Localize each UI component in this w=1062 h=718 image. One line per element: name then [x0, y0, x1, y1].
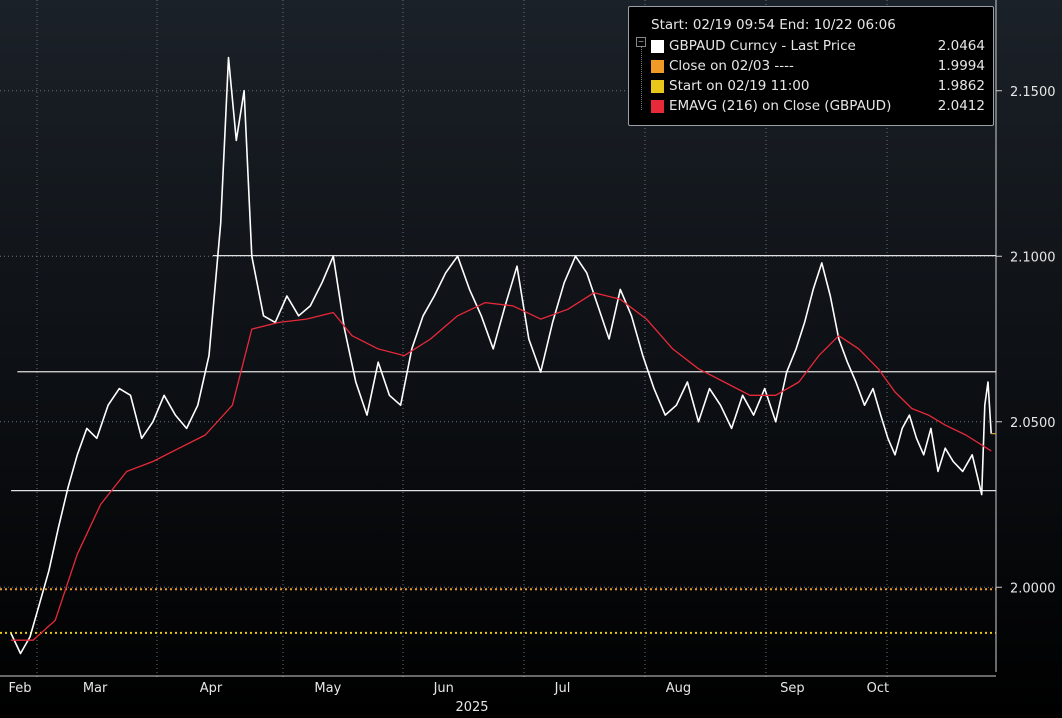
legend-value: 2.0412 — [937, 98, 985, 114]
chart-legend: Start: 02/19 09:54 End: 10/22 06:06 − GB… — [628, 6, 994, 126]
legend-value: 1.9994 — [937, 58, 985, 74]
legend-swatch — [651, 40, 664, 53]
y-tick-label: 2.1500 — [1010, 85, 1056, 100]
legend-label: GBPAUD Curncy - Last Price — [669, 38, 856, 54]
legend-label: Close on 02/03 ---- — [669, 58, 794, 74]
emavg-series-line — [11, 292, 992, 641]
legend-value: 2.0464 — [937, 38, 985, 54]
x-tick-label: Jun — [433, 681, 454, 696]
legend-item-last-price[interactable]: GBPAUD Curncy - Last Price 2.0464 — [651, 38, 985, 56]
x-tick-label: Feb — [8, 681, 31, 696]
legend-item-emavg[interactable]: EMAVG (216) on Close (GBPAUD) 2.0412 — [651, 98, 985, 116]
x-tick-label: Jul — [554, 681, 571, 696]
legend-label: EMAVG (216) on Close (GBPAUD) — [669, 98, 892, 114]
legend-label: Start on 02/19 11:00 — [669, 78, 810, 94]
legend-item-start[interactable]: Start on 02/19 11:00 1.9862 — [651, 78, 985, 96]
x-tick-label: Aug — [666, 681, 691, 696]
x-tick-label: Oct — [867, 681, 889, 696]
x-tick-label: May — [314, 681, 341, 696]
y-tick-label: 2.0000 — [1010, 581, 1056, 596]
x-tick-label: Sep — [780, 681, 805, 696]
legend-tree-line — [641, 42, 643, 110]
chart-canvas: 2.0000 2.0500 2.1000 2.1500 Feb Mar Apr May Jun J… — [0, 0, 1062, 718]
x-tick-label: Mar — [83, 681, 108, 696]
collapse-icon[interactable]: − — [636, 37, 646, 47]
legend-value: 1.9862 — [937, 78, 985, 94]
legend-header: Start: 02/19 09:54 End: 10/22 06:06 — [651, 17, 896, 33]
y-tick-label: 2.1000 — [1010, 250, 1056, 265]
legend-swatch — [651, 100, 664, 113]
y-tick-label: 2.0500 — [1010, 416, 1056, 431]
legend-swatch — [651, 80, 664, 93]
x-tick-label: Apr — [200, 681, 223, 696]
legend-item-close[interactable]: Close on 02/03 ---- 1.9994 — [651, 58, 985, 76]
legend-swatch — [651, 60, 664, 73]
price-series-line — [10, 56, 992, 655]
year-label: 2025 — [455, 700, 488, 715]
